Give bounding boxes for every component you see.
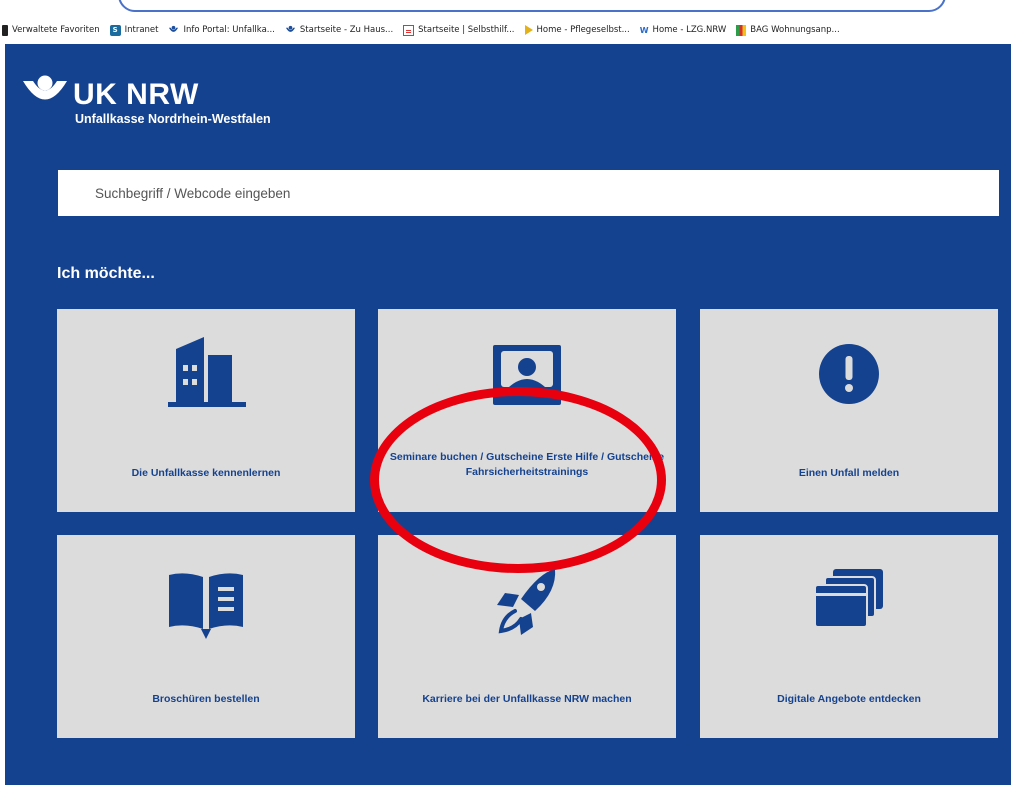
document-icon	[403, 24, 415, 36]
uknrw-logo-icon	[169, 25, 179, 32]
bookmark-home-lzg-nrw[interactable]: W Home - LZG.NRW	[640, 25, 727, 35]
building-icon	[168, 337, 246, 407]
bookmark-label: Intranet	[124, 25, 159, 35]
bookmarks-bar: Verwaltete Favoriten S Intranet Info Por…	[2, 20, 1014, 40]
sharepoint-icon: S	[109, 24, 121, 36]
tile-unfall-melden[interactable]: Einen Unfall melden	[700, 309, 998, 512]
tile-digitale-angebote[interactable]: Digitale Angebote entdecken	[700, 535, 998, 738]
bookmark-label: BAG Wohnungsanp...	[750, 25, 840, 35]
tile-label: Broschüren bestellen	[152, 693, 260, 705]
arrow-icon	[524, 25, 533, 35]
tile-unfallkasse-kennenlernen[interactable]: Die Unfallkasse kennenlernen	[57, 309, 355, 512]
w-icon: W	[639, 25, 649, 35]
bookmark-label: Startseite - Zu Haus...	[299, 25, 394, 35]
section-heading: Ich möchte...	[57, 265, 155, 282]
browser-toolbar: Verwaltete Favoriten S Intranet Info Por…	[0, 0, 1016, 44]
bookmark-verwaltete-favoriten[interactable]: Verwaltete Favoriten	[2, 24, 100, 36]
tile-karriere[interactable]: Karriere bei der Unfallkasse NRW machen	[378, 535, 676, 738]
rocket-icon	[497, 569, 556, 635]
site-main: UK NRW Unfallkasse Nordrhein-Westfalen I…	[5, 44, 1011, 785]
tile-seminare-buchen[interactable]: Seminare buchen / Gutscheine Erste Hilfe…	[378, 309, 676, 512]
book-icon	[169, 573, 243, 639]
bookmark-bag-wohnungsanpassung[interactable]: BAG Wohnungsanp...	[736, 24, 840, 36]
tile-label: Karriere bei der Unfallkasse NRW machen	[422, 693, 632, 705]
bookmark-label: Startseite | Selbsthilf...	[418, 25, 515, 35]
tile-label: Die Unfallkasse kennenlernen	[131, 467, 281, 479]
bookmark-label: Verwaltete Favoriten	[12, 25, 100, 35]
tile-label: Digitale Angebote entdecken	[777, 693, 921, 705]
uknrw-logo-icon	[285, 25, 295, 32]
search-input[interactable]	[58, 170, 999, 216]
exclamation-icon	[819, 344, 879, 404]
bookmark-label: Info Portal: Unfallka...	[183, 25, 275, 35]
uknrw-logo-icon	[23, 75, 67, 100]
bookmark-startseite-selbsthilfe[interactable]: Startseite | Selbsthilf...	[403, 24, 515, 36]
bookmark-label: Home - LZG.NRW	[652, 25, 727, 35]
tile-broschueren-bestellen[interactable]: Broschüren bestellen	[57, 535, 355, 738]
address-bar[interactable]	[118, 0, 946, 12]
bookmark-intranet[interactable]: S Intranet	[109, 24, 159, 36]
bookmark-info-portal[interactable]: Info Portal: Unfallka...	[168, 25, 275, 36]
bag-icon	[736, 24, 747, 36]
certificate-icon	[493, 345, 561, 405]
folder-icon	[2, 24, 8, 36]
windows-icon	[814, 569, 883, 628]
tile-label: Seminare buchen / Gutscheine Erste Hilfe…	[389, 451, 665, 478]
bookmark-home-pflegeselbsthilfe[interactable]: Home - Pflegeselbst...	[524, 25, 630, 35]
tile-label: Einen Unfall melden	[798, 467, 900, 479]
brand-subtitle: Unfallkasse Nordrhein-Westfalen	[75, 112, 271, 126]
brand-name: UK NRW	[73, 78, 199, 111]
bookmark-label: Home - Pflegeselbst...	[536, 25, 630, 35]
bookmark-startseite-zu-hause[interactable]: Startseite - Zu Haus...	[285, 25, 393, 36]
